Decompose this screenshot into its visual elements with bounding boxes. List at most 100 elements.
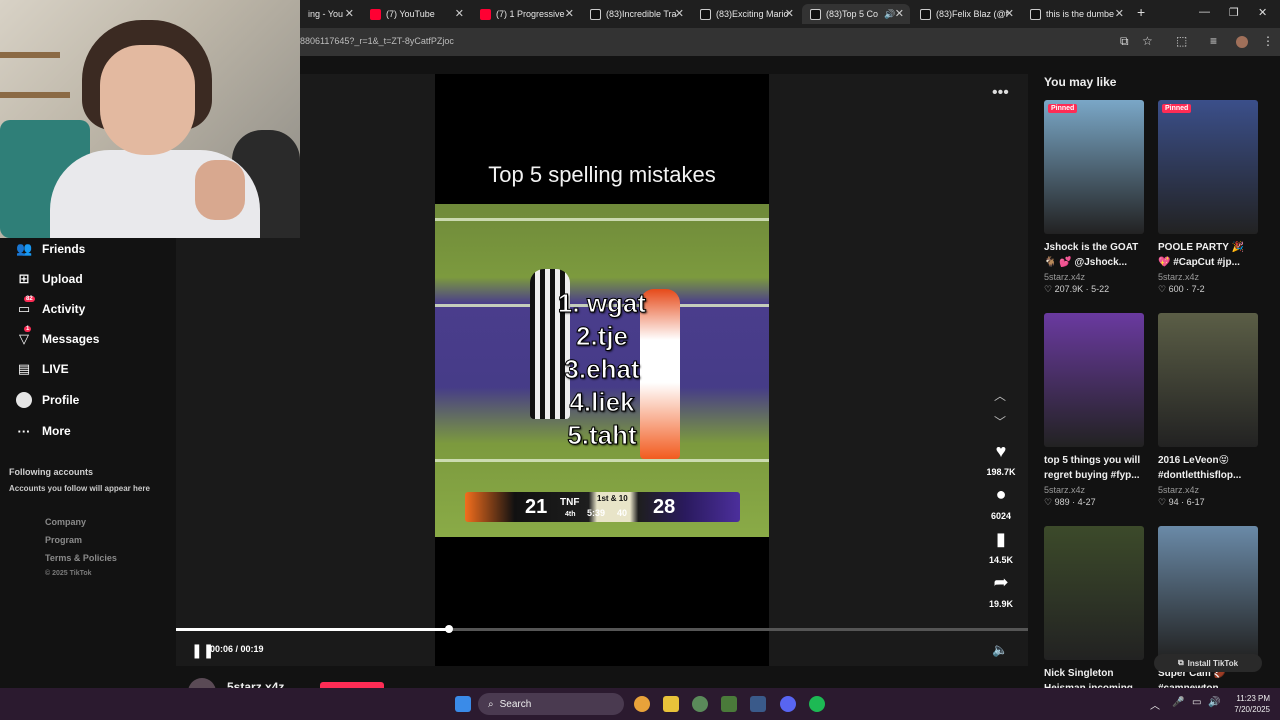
- sidebar-item-label: Profile: [42, 393, 80, 407]
- recommendation-thumbnail[interactable]: Pinned: [1158, 100, 1258, 234]
- sidebar-item-label: Friends: [42, 242, 86, 256]
- app-icon[interactable]: [692, 696, 708, 712]
- speaker-icon[interactable]: 🔊: [884, 9, 895, 20]
- sidebar-item-live[interactable]: ▤ LIVE: [16, 358, 69, 380]
- more-icon: ···: [17, 423, 31, 439]
- recommendation-card[interactable]: Pinned POOLE PARTY 🎉 💖 #CapCut #jp... 5sta…: [1158, 100, 1258, 295]
- sidebar-item-upload[interactable]: ⊞ Upload: [16, 268, 83, 290]
- activity-icon: ▭ 82: [17, 296, 35, 316]
- progress-bar[interactable]: [176, 625, 1028, 633]
- tab-label: this is the dumbe: [1046, 9, 1115, 19]
- progress-scrubber[interactable]: [444, 625, 453, 633]
- sidebar-item-more[interactable]: ··· More: [16, 420, 71, 442]
- browser-tab[interactable]: (83)Felix Blaz (@f ✕: [912, 4, 1020, 24]
- footer-link-terms[interactable]: Terms & Policies: [45, 553, 117, 563]
- taskbar-search[interactable]: ⌕ Search: [478, 693, 624, 715]
- browser-tab-active[interactable]: (83)Top 5 Co 🔊 ✕: [802, 4, 910, 24]
- close-icon[interactable]: ✕: [895, 7, 904, 20]
- close-icon[interactable]: ✕: [1115, 7, 1124, 20]
- recommendation-thumbnail[interactable]: [1158, 526, 1258, 660]
- media-icon[interactable]: ≡: [1210, 34, 1217, 48]
- recommendation-author[interactable]: 5starz.x4z: [1158, 485, 1258, 495]
- close-icon[interactable]: ✕: [785, 7, 794, 20]
- cam-shelf: [0, 52, 60, 58]
- recommendation-title[interactable]: Jshock is the GOAT 🐐 💕 @Jshock...: [1044, 240, 1144, 270]
- sidebar-item-messages[interactable]: ▽ 1 Messages: [16, 326, 100, 350]
- recommendation-thumbnail[interactable]: [1044, 526, 1144, 660]
- chrome-icon[interactable]: [634, 696, 650, 712]
- volume-icon[interactable]: 🔈: [992, 642, 1008, 658]
- browser-tab[interactable]: (83)Incredible Tra ✕: [582, 4, 690, 24]
- kebab-menu-icon[interactable]: ⋮: [1262, 34, 1274, 48]
- close-icon[interactable]: ✕: [455, 7, 464, 20]
- install-tiktok-button[interactable]: ⧉ Install TikTok: [1154, 654, 1262, 672]
- tray-chevron-icon[interactable]: ︿: [1150, 697, 1160, 712]
- recommendation-card[interactable]: Nick Singleton Heisman incoming...: [1044, 526, 1144, 698]
- install-icon: ⧉: [1177, 658, 1184, 667]
- app-icon[interactable]: [721, 696, 737, 712]
- away-score: 28: [653, 496, 676, 518]
- recommendation-thumbnail[interactable]: [1158, 313, 1258, 447]
- close-icon[interactable]: ✕: [565, 7, 574, 20]
- footer-link-program[interactable]: Program: [45, 535, 82, 545]
- spotify-icon[interactable]: [809, 696, 825, 712]
- tab-label: (83)Exciting Mario: [716, 9, 789, 19]
- profile-avatar[interactable]: [1236, 36, 1248, 48]
- recommendation-card[interactable]: Pinned Jshock is the GOAT 🐐 💕 @Jshock... 5…: [1044, 100, 1144, 295]
- volume-tray-icon[interactable]: 🔊: [1208, 697, 1220, 708]
- recommendation-thumbnail[interactable]: Pinned: [1044, 100, 1144, 234]
- recommendation-stats: ♡ 600 · 7-2: [1158, 284, 1205, 294]
- close-icon[interactable]: ✕: [675, 7, 684, 20]
- browser-tab[interactable]: (7) 1 Progressive ✕: [472, 4, 580, 24]
- url-field[interactable]: 8806117645?_r=1&_t=ZT-8yCatfPZjoc: [300, 36, 454, 46]
- extensions-icon[interactable]: ⬚: [1176, 34, 1187, 48]
- recommendation-thumbnail[interactable]: [1044, 313, 1144, 447]
- sidebar-item-profile[interactable]: Profile: [16, 389, 79, 411]
- recommendation-card[interactable]: top 5 things you will regret buying #fyp…: [1044, 313, 1144, 508]
- share-arrow-icon[interactable]: ➦: [989, 572, 1013, 593]
- more-options-icon[interactable]: •••: [992, 84, 1009, 102]
- close-icon[interactable]: ✕: [345, 7, 354, 20]
- tab-label: ing - You: [308, 9, 344, 19]
- file-explorer-icon[interactable]: [663, 696, 679, 712]
- copyright: © 2025 TikTok: [45, 570, 92, 577]
- recommendation-author[interactable]: 5starz.x4z: [1044, 272, 1144, 282]
- chevron-up-icon[interactable]: ︿: [994, 387, 1006, 404]
- recommendation-card[interactable]: Super Cam 🏈 #camnewton...: [1158, 526, 1258, 698]
- recommendation-card[interactable]: 2016 LeVeon😝 #dontletthisflop... 5starz.x…: [1158, 313, 1258, 508]
- cast-icon[interactable]: ⧉: [1120, 34, 1129, 49]
- browser-tab[interactable]: this is the dumbe ✕: [1022, 4, 1130, 24]
- browser-tab[interactable]: ing - You ✕: [300, 4, 360, 24]
- share-count: 19.9K: [988, 599, 1014, 609]
- chevron-down-icon[interactable]: ﹀: [994, 413, 1006, 430]
- bookmark-icon[interactable]: ▮: [989, 529, 1013, 550]
- sidebar-item-label: Messages: [42, 332, 100, 346]
- browser-tab[interactable]: (7) YouTube ✕: [362, 4, 470, 24]
- browser-tab[interactable]: (83)Exciting Mario ✕: [692, 4, 800, 24]
- microphone-icon[interactable]: 🎤: [1172, 697, 1184, 708]
- restore-icon[interactable]: ❐: [1229, 6, 1239, 19]
- you-may-like-heading: You may like: [1044, 75, 1117, 89]
- comment-icon[interactable]: ●: [989, 484, 1013, 505]
- taskbar-clock[interactable]: 11:23 PM 7/20/2025: [1222, 693, 1270, 715]
- windows-start-icon[interactable]: [455, 696, 471, 712]
- sidebar-item-friends[interactable]: 👥 Friends: [16, 238, 85, 260]
- recommendation-author[interactable]: 5starz.x4z: [1044, 485, 1144, 495]
- sidebar-item-activity[interactable]: ▭ 82 Activity: [16, 296, 85, 320]
- new-tab-icon[interactable]: +: [1137, 4, 1145, 20]
- footer-link-company[interactable]: Company: [45, 517, 86, 527]
- like-heart-icon[interactable]: ♥: [989, 441, 1013, 462]
- display-icon[interactable]: ▭: [1192, 697, 1201, 708]
- recommendation-author[interactable]: 5starz.x4z: [1158, 272, 1258, 282]
- recommendation-title[interactable]: top 5 things you will regret buying #fyp…: [1044, 453, 1144, 483]
- discord-icon[interactable]: [780, 696, 796, 712]
- close-icon[interactable]: ✕: [1005, 7, 1014, 20]
- minimize-icon[interactable]: —: [1199, 6, 1210, 18]
- steam-icon[interactable]: [750, 696, 766, 712]
- recommendation-title[interactable]: 2016 LeVeon😝 #dontletthisflop...: [1158, 453, 1258, 483]
- tab-label: (83)Incredible Tra: [606, 9, 677, 19]
- recommendation-title[interactable]: POOLE PARTY 🎉 💖 #CapCut #jp...: [1158, 240, 1258, 270]
- close-window-icon[interactable]: ✕: [1258, 6, 1267, 19]
- bookmark-star-icon[interactable]: ☆: [1142, 34, 1153, 48]
- video-frame[interactable]: 1. wgat 2.tje 3.ehat 4.liek 5.taht 21 TN…: [435, 204, 769, 537]
